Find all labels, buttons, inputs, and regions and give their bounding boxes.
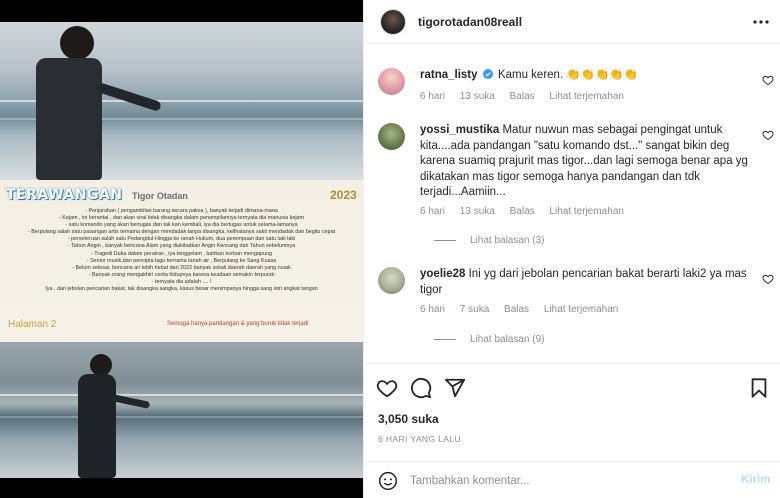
author-avatar[interactable] xyxy=(380,9,406,35)
poster-line: Iya , dari jebolan pencarian bakat, tak … xyxy=(45,286,318,293)
comments-list[interactable]: ratna_listy Kamu keren. 👏👏👏👏👏 6 hari 13 … xyxy=(364,45,780,363)
comment-input[interactable] xyxy=(410,470,710,492)
commenter-avatar[interactable] xyxy=(378,123,405,150)
view-replies-link[interactable]: Lihat balasan (9) xyxy=(434,334,545,345)
comment-item: yossi_mustika Matur nuwun mas sebagai pe… xyxy=(378,123,776,253)
comment-item: yoelie28 Ini yg dari jebolan pencarian b… xyxy=(378,267,776,363)
post-media[interactable]: TERAWANGAN Tigor Otadan 2023 - Penjaraha… xyxy=(0,0,363,498)
bookmark-icon[interactable] xyxy=(748,377,770,399)
commenter-avatar[interactable] xyxy=(378,68,405,95)
comment-icon[interactable] xyxy=(410,377,432,399)
post-comment-button[interactable]: Kirim xyxy=(741,474,770,486)
comment-content: Kamu keren. 👏👏👏👏👏 xyxy=(497,69,638,81)
poster-footer: Semoga hanya pandangan & yang buruk tida… xyxy=(167,321,309,327)
poster-lines: - Penjarahan ( pengambilan barang secara… xyxy=(6,208,357,293)
poster-line: - Kejam , ini berantai , dan akan viral … xyxy=(58,215,305,222)
beach-photo-bottom xyxy=(0,342,363,478)
translate-link[interactable]: Lihat terjemahan xyxy=(549,91,624,102)
poster-line: - Banyak orang mengakhiri cerita hidupny… xyxy=(88,271,275,278)
view-replies-label: Lihat balasan (3) xyxy=(470,235,545,246)
heart-icon[interactable] xyxy=(762,129,774,141)
translate-link[interactable]: Lihat terjemahan xyxy=(549,206,624,217)
post-actions: 3,050 suka 6 HARI YANG LALU xyxy=(364,363,780,473)
add-comment-bar: Kirim xyxy=(364,461,780,498)
comment-meta: 6 hari 13 suka Balas Lihat terjemahan xyxy=(420,206,636,217)
comment-time: 6 hari xyxy=(420,91,446,102)
poster-line: - Senior musik,dan pencipta lagu ternama… xyxy=(86,257,277,264)
poster-name: Tigor Otadan xyxy=(132,191,188,201)
translate-link[interactable]: Lihat terjemahan xyxy=(544,304,619,315)
poster-line: - Penjarahan ( pengambilan barang secara… xyxy=(85,208,278,214)
comment-content: Ini yg dari jebolan pencarian bakat bera… xyxy=(420,268,747,296)
comment-text: yoelie28 Ini yg dari jebolan pencarian b… xyxy=(420,267,755,298)
post-panel: tigorotadan08reall ratna_listy Kamu kere… xyxy=(363,0,780,498)
comment-time: 6 hari xyxy=(420,304,446,315)
comment-item: ratna_listy Kamu keren. 👏👏👏👏👏 6 hari 13 … xyxy=(378,68,776,128)
poster-line: - perseteruan salah satu Pedangdut Hingg… xyxy=(67,236,296,243)
poster-page-label: Halaman 2 xyxy=(8,319,57,330)
beach-photo-top xyxy=(0,22,363,180)
verified-badge-icon xyxy=(482,69,493,79)
heart-icon[interactable] xyxy=(762,273,774,285)
reply-button[interactable]: Balas xyxy=(510,91,535,102)
poster-year: 2023 xyxy=(330,188,357,202)
poster-line: - Berpulang salah satu pasangan artis te… xyxy=(27,229,336,236)
comment-likes[interactable]: 7 suka xyxy=(460,304,489,315)
post-header: tigorotadan08reall xyxy=(364,0,780,44)
commenter-username[interactable]: yossi_mustika xyxy=(420,124,499,136)
heart-icon[interactable] xyxy=(762,74,774,86)
comment-time: 6 hari xyxy=(420,206,446,217)
reply-button[interactable]: Balas xyxy=(510,206,535,217)
share-icon[interactable] xyxy=(444,377,466,399)
poster-title: TERAWANGAN xyxy=(6,187,123,203)
prediction-poster: TERAWANGAN Tigor Otadan 2023 - Penjaraha… xyxy=(0,180,363,342)
poster-line: - Tragedi Duka dalam perairan , iya teng… xyxy=(91,250,272,257)
view-replies-label: Lihat balasan (9) xyxy=(470,334,545,345)
commenter-username[interactable]: yoelie28 xyxy=(420,268,465,280)
comment-meta: 6 hari 13 suka Balas Lihat terjemahan xyxy=(420,91,636,102)
commenter-avatar[interactable] xyxy=(378,267,405,294)
post-time: 6 HARI YANG LALU xyxy=(378,434,462,444)
comment-text: yossi_mustika Matur nuwun mas sebagai pe… xyxy=(420,123,755,201)
comment-likes[interactable]: 13 suka xyxy=(460,91,495,102)
author-username[interactable]: tigorotadan08reall xyxy=(418,15,522,29)
emoji-icon[interactable] xyxy=(378,471,398,491)
post-view: TERAWANGAN Tigor Otadan 2023 - Penjaraha… xyxy=(0,0,780,498)
likes-count[interactable]: 3,050 suka xyxy=(378,412,439,426)
comment-meta: 6 hari 7 suka Balas Lihat terjemahan xyxy=(420,304,630,315)
more-horizontal-icon[interactable] xyxy=(752,14,770,30)
poster-line: - Belum selesai, bencana air lebih hebat… xyxy=(72,264,291,271)
view-replies-link[interactable]: Lihat balasan (3) xyxy=(434,235,545,246)
poster-line: - Tahun Angin , banyak bencana Alam yang… xyxy=(67,243,296,250)
poster-line: - satu komando yang akan bertugas dan ta… xyxy=(65,222,298,229)
poster-line: - ternyata dia adalah .... ! xyxy=(151,278,212,285)
comment-likes[interactable]: 13 suka xyxy=(460,206,495,217)
commenter-username[interactable]: ratna_listy xyxy=(420,69,478,81)
heart-icon[interactable] xyxy=(376,377,398,399)
comment-text: ratna_listy Kamu keren. 👏👏👏👏👏 xyxy=(420,68,755,84)
reply-button[interactable]: Balas xyxy=(504,304,529,315)
